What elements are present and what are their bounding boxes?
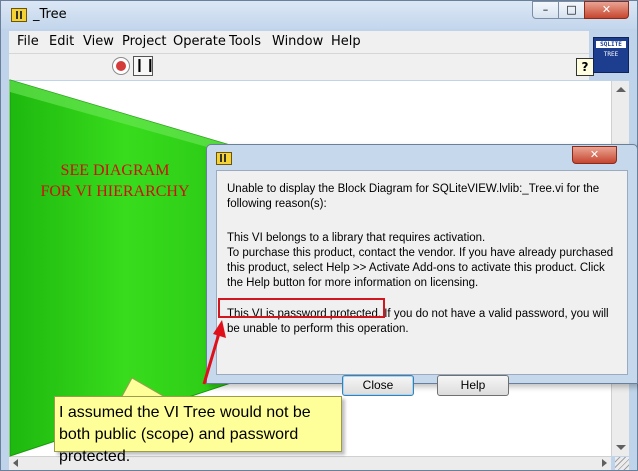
callout-text: I assumed the VI Tree would not be both … [59,404,311,465]
annotation-callout: I assumed the VI Tree would not be both … [54,396,342,465]
